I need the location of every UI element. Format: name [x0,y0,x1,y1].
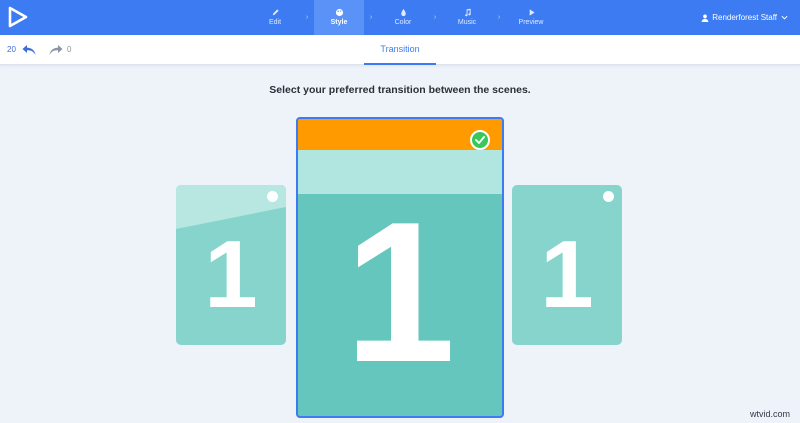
step-label: Style [330,19,348,26]
step-edit[interactable]: Edit [250,0,300,35]
chevron-down-icon [781,15,788,20]
undo-count: 20 [7,45,16,54]
radio-unselected-icon[interactable] [603,191,614,202]
music-note-icon [464,8,471,17]
color-drop-icon [400,8,406,17]
pencil-icon [272,9,279,16]
renderforest-logo-icon[interactable] [6,5,30,29]
scene-number: 1 [204,221,258,328]
step-label: Color [394,19,412,26]
undo-icon[interactable] [21,43,37,57]
top-navigation-bar: Edit › Style › Color › Music › Preview R… [0,0,800,35]
step-label: Music [457,19,477,26]
redo-icon[interactable] [48,43,64,57]
step-label: Edit [268,19,282,26]
scene-number: 1 [344,181,456,404]
chevron-right-icon: › [497,14,501,21]
user-menu[interactable]: Renderforest Staff [701,0,788,35]
scene-number: 1 [540,221,594,328]
step-label: Preview [518,19,544,26]
user-icon [701,14,709,22]
redo-count: 0 [67,45,72,54]
page-instruction: Select your preferred transition between… [269,84,531,96]
step-music[interactable]: Music [442,0,492,35]
user-name: Renderforest Staff [712,13,777,22]
play-icon [529,9,535,16]
chevron-right-icon: › [369,14,373,21]
chevron-right-icon: › [433,14,437,21]
step-color[interactable]: Color [378,0,428,35]
step-preview[interactable]: Preview [506,0,556,35]
radio-unselected-icon[interactable] [267,191,278,202]
chevron-right-icon: › [305,14,309,21]
transition-option-right[interactable]: 1 [512,185,622,345]
check-icon[interactable] [470,130,490,150]
step-style[interactable]: Style [314,0,364,35]
transition-option-left[interactable]: 1 [176,185,286,345]
wizard-steps: Edit › Style › Color › Music › Preview [250,0,556,35]
watermark: wtvid.com [749,409,790,419]
transition-option-center[interactable]: 1 [296,117,504,418]
editor-toolbar: 20 0 Transition [0,35,800,65]
tab-transition[interactable]: Transition [364,35,436,65]
palette-icon [335,8,343,17]
